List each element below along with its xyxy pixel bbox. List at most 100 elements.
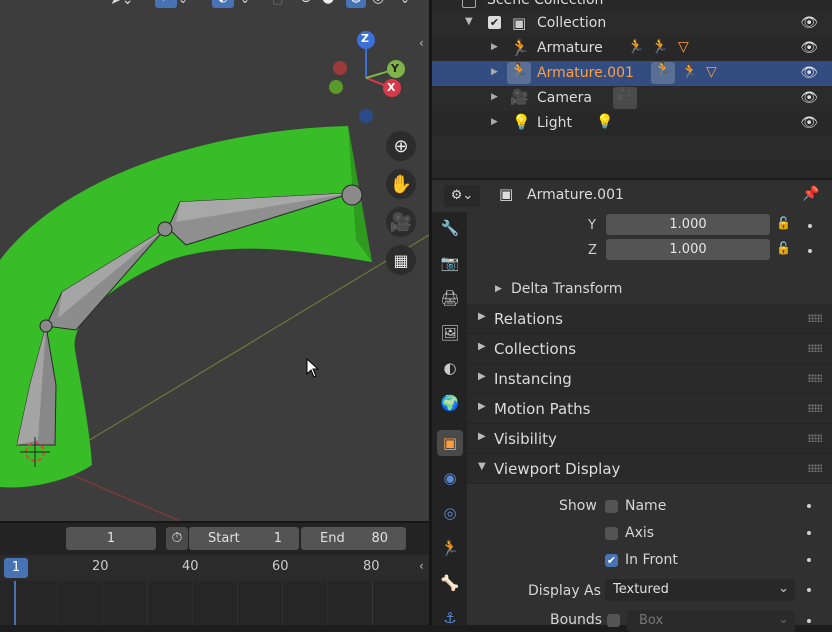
keyframe-dot[interactable] — [808, 224, 812, 228]
display-as-select[interactable]: Textured ⌄ — [605, 579, 795, 601]
material-shading-icon[interactable]: ◍ — [346, 0, 366, 8]
expand-arrow-icon[interactable]: ▶ — [491, 92, 498, 102]
eye-icon[interactable]: 👁 — [800, 90, 818, 106]
eye-icon[interactable]: 👁 — [800, 115, 818, 131]
delta-transform-subpanel[interactable]: Delta Transform — [511, 281, 622, 297]
armature-data-icon[interactable]: 🏃 — [651, 39, 668, 55]
sidebar-toggle-icon[interactable]: ‹ — [419, 36, 424, 50]
panel-collections[interactable]: ▶ Collections — [467, 334, 832, 364]
render-tab-icon[interactable]: 📷 — [437, 250, 463, 276]
3d-viewport[interactable]: Z Y X ➤⌄ ↗ ⌄ ◐ ⌄ ▢ ⊕ ● ◍ ◎ ⌄ ‹ ⊕ ✋ 🎥 ▦ — [0, 0, 429, 521]
keyframe-dot[interactable] — [807, 531, 811, 535]
panel-motion-paths[interactable]: ▶ Motion Paths — [467, 394, 832, 424]
eye-icon[interactable]: 👁 — [800, 65, 818, 81]
lock-icon[interactable]: 🔓 — [776, 241, 791, 255]
solid-shading-icon[interactable]: ● — [322, 0, 334, 6]
select-tool-icon[interactable]: ➤⌄ — [110, 0, 133, 8]
keyframe-dot[interactable] — [807, 619, 811, 623]
drag-grip-icon[interactable] — [808, 464, 822, 472]
panel-relations[interactable]: ▶ Relations — [467, 304, 832, 334]
panel-viewport-display[interactable]: ▼ Viewport Display — [467, 454, 832, 484]
pan-hand-icon[interactable]: ✋ — [386, 169, 416, 199]
camera-view-icon[interactable]: 🎥 — [386, 207, 416, 237]
keyframe-dot[interactable] — [808, 249, 812, 253]
axis-checkbox[interactable] — [605, 527, 618, 540]
modifiers-tab-icon[interactable]: ◉ — [437, 465, 463, 491]
scale-z-field[interactable]: 1.000 — [606, 239, 770, 260]
rendered-shading-icon[interactable]: ◎ — [372, 0, 384, 6]
expand-arrow-icon[interactable]: ▶ — [491, 117, 498, 127]
collection-row[interactable]: ▼ ✔ ▣ Collection 👁 — [432, 11, 832, 36]
camera-data-icon[interactable]: 🎥 — [613, 87, 637, 109]
output-tab-icon[interactable]: 🖨 — [437, 285, 463, 311]
outliner-item-armature[interactable]: ▶ 🏃 Armature 🏃 🏃 ▽ 👁 — [432, 36, 832, 61]
expand-arrow-icon[interactable]: ▶ — [491, 67, 498, 77]
drag-grip-icon[interactable] — [808, 434, 822, 442]
keyframe-dot[interactable] — [807, 588, 811, 592]
in-front-checkbox[interactable]: ✔ — [605, 554, 618, 567]
wireframe-shading-icon[interactable]: ⊕ — [300, 0, 312, 6]
light-data-icon[interactable]: 💡 — [596, 114, 613, 130]
chevron-down-icon[interactable]: ⌄ — [400, 0, 410, 6]
bone-tab-icon[interactable]: 🦴 — [437, 570, 463, 596]
transform-gizmo-icon[interactable]: ↗ — [155, 0, 177, 8]
scale-y-field[interactable]: 1.000 — [606, 214, 770, 235]
expand-arrow-icon[interactable]: ▶ — [495, 284, 502, 294]
checkbox-icon[interactable]: ✔ — [488, 16, 501, 29]
drag-grip-icon[interactable] — [808, 374, 822, 382]
bone-icon[interactable]: ▽ — [678, 39, 689, 55]
armature-data-tab-icon[interactable]: 🏃 — [437, 535, 463, 561]
outliner-item-light[interactable]: ▶ 💡 Light 💡 👁 — [432, 111, 832, 136]
chevron-down-icon[interactable]: ⌄ — [178, 0, 188, 6]
object-tab-icon[interactable]: ▣ — [437, 430, 463, 456]
scene-tab-icon[interactable]: ◐ — [437, 355, 463, 381]
keyframe-dot[interactable] — [807, 558, 811, 562]
perspective-grid-icon[interactable]: ▦ — [386, 245, 416, 275]
sidebar-toggle-icon[interactable]: ‹ — [419, 559, 424, 573]
zoom-icon[interactable]: ⊕ — [386, 131, 416, 161]
drag-grip-icon[interactable] — [808, 344, 822, 352]
constraints-tab-icon[interactable]: ⚓ — [437, 605, 463, 631]
stopwatch-icon[interactable]: ⏱ — [166, 527, 188, 550]
panel-instancing[interactable]: ▶ Instancing — [467, 364, 832, 394]
frame-ruler[interactable]: 1 20 40 60 80 ‹ — [0, 555, 429, 581]
name-checkbox[interactable] — [605, 500, 618, 513]
lock-icon[interactable]: 🔓 — [776, 216, 791, 230]
start-frame-field[interactable]: Start 1 — [189, 527, 299, 550]
xray-icon[interactable]: ▢ — [272, 0, 283, 6]
outliner-item-camera[interactable]: ▶ 🎥 Camera 🎥 👁 — [432, 86, 832, 111]
expand-arrow-icon[interactable]: ▼ — [465, 16, 473, 27]
in-front-checkbox-label[interactable]: In Front — [625, 552, 678, 568]
world-tab-icon[interactable]: 🌍 — [437, 390, 463, 416]
current-frame-field[interactable]: 1 — [66, 527, 156, 550]
armature-data-icon[interactable]: 🏃 — [681, 64, 698, 80]
gizmo-x-label[interactable]: X — [387, 81, 395, 94]
tool-tab-icon[interactable]: 🔧 — [437, 215, 463, 241]
gizmo-y-label[interactable]: Y — [391, 62, 399, 75]
pose-icon[interactable]: 🏃 — [627, 39, 644, 55]
expand-arrow-icon[interactable]: ▶ — [491, 42, 498, 52]
gizmo-z-label[interactable]: Z — [361, 32, 369, 45]
bounds-checkbox[interactable] — [607, 614, 620, 627]
keyframe-dot[interactable] — [807, 504, 811, 508]
eye-icon[interactable]: 👁 — [800, 15, 818, 31]
overlays-icon[interactable]: ◐ — [212, 0, 234, 8]
bone-icon[interactable]: ▽ — [706, 64, 717, 80]
physics-tab-icon[interactable]: ◎ — [437, 500, 463, 526]
editor-type-icon[interactable]: ⚙⌄ — [444, 185, 480, 207]
timeline-track-area[interactable] — [0, 581, 429, 625]
drag-grip-icon[interactable] — [808, 404, 822, 412]
outliner-item-armature-001[interactable]: ▶ 🏃 Armature.001 🏃 🏃 ▽ 👁 — [432, 61, 832, 86]
name-checkbox-label[interactable]: Name — [625, 498, 666, 514]
pin-icon[interactable]: 📌 — [802, 186, 819, 202]
view-layer-tab-icon[interactable]: 🖼 — [437, 320, 463, 346]
eye-icon[interactable]: 👁 — [800, 40, 818, 56]
end-frame-field[interactable]: End 80 — [301, 527, 406, 550]
axis-checkbox-label[interactable]: Axis — [625, 525, 654, 541]
drag-grip-icon[interactable] — [808, 314, 822, 322]
panel-visibility[interactable]: ▶ Visibility — [467, 424, 832, 454]
pose-icon[interactable]: 🏃 — [651, 62, 675, 84]
chevron-down-icon[interactable]: ⌄ — [240, 0, 250, 6]
bounds-type-select[interactable]: Box ⌄ — [627, 610, 795, 632]
current-frame-indicator[interactable]: 1 — [4, 558, 28, 578]
